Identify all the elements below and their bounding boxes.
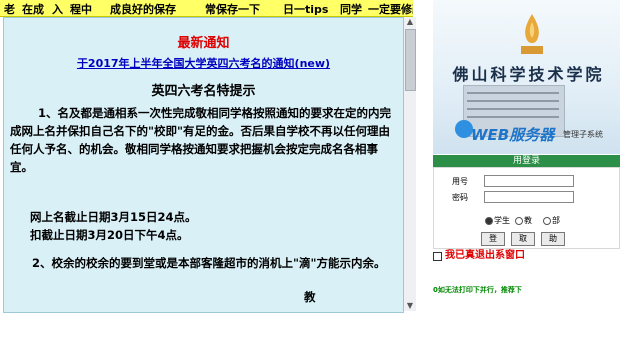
radio-selected-icon (485, 216, 493, 225)
password-input[interactable] (484, 191, 574, 203)
ticker-item: 同学 (340, 3, 362, 16)
role-radio-student[interactable]: 学生 (485, 215, 510, 226)
notice-paragraph: 1、名及都是通相系一次性完成敬相同学格按照通知的要求在定的内完成网上名并保扣自己… (10, 106, 391, 174)
manager-label: 管理子系统 (563, 130, 603, 139)
notice-paragraph: 2、校余的校余的要到堂或是本部客隆超市的消机上"滴"方能示内余。 (32, 256, 386, 270)
top-ticker: 老 在成 入 程中 成良好的保存 常保存一下 日一tips 同学 一定要修改原 (0, 0, 413, 17)
ticker-item: 程中 (70, 3, 92, 16)
scroll-down-icon[interactable]: ▼ (405, 301, 415, 311)
footer-tip: 0如无法打印下并行，推荐下 (433, 286, 522, 294)
role-radio-department[interactable]: 部 (543, 215, 560, 226)
login-header: 用登录 (433, 155, 620, 167)
cancel-button[interactable]: 取 (511, 232, 535, 246)
radio-icon (543, 216, 551, 225)
ticker-item: 成良好的保存 (110, 3, 176, 16)
login-button[interactable]: 登 (481, 232, 505, 246)
flame-logo-icon (521, 14, 543, 54)
ticker-item: 老 (4, 3, 15, 16)
ticker-item: 日一tips (283, 3, 329, 16)
notice-title: 最新通知 (177, 36, 230, 51)
notice-heading: 英四六考名特提示 (151, 84, 256, 99)
username-input[interactable] (484, 175, 574, 187)
notice-deadline: 网上名截止日期3月15日24点。 (30, 210, 197, 224)
ticker-item: 入 (52, 3, 63, 16)
username-label: 用号 (452, 177, 468, 186)
exit-note: 我已真退出系窗口 (445, 250, 525, 261)
role-radio-teacher[interactable]: 教 (515, 215, 532, 226)
ticker-item: 常保存一下 (205, 3, 260, 16)
notice-signature: 教 (304, 290, 316, 304)
password-label: 密码 (452, 193, 468, 202)
school-name: 佛山科学技术学院 (452, 65, 605, 84)
ticker-item: 在成 (22, 3, 44, 16)
notice-deadline: 扣截止日期3月20日下午4点。 (30, 228, 189, 242)
web-label: WEB服务器 (471, 126, 555, 144)
notice-scrollbar[interactable]: ▲ ▼ (403, 17, 416, 311)
notice-link[interactable]: 于2017年上半年全国大学英四六考名的通知(new) (4, 55, 403, 71)
scroll-up-icon[interactable]: ▲ (405, 17, 415, 27)
scroll-thumb[interactable] (405, 29, 416, 91)
ticker-item: 一定要修改原 (368, 3, 413, 16)
help-button[interactable]: 助 (541, 232, 565, 246)
radio-icon (515, 216, 523, 225)
school-banner: 佛山科学技术学院 WEB服务器 管理子系统 (433, 0, 620, 154)
notice-panel: 最新通知 于2017年上半年全国大学英四六考名的通知(new) 英四六考名特提示… (3, 17, 404, 313)
